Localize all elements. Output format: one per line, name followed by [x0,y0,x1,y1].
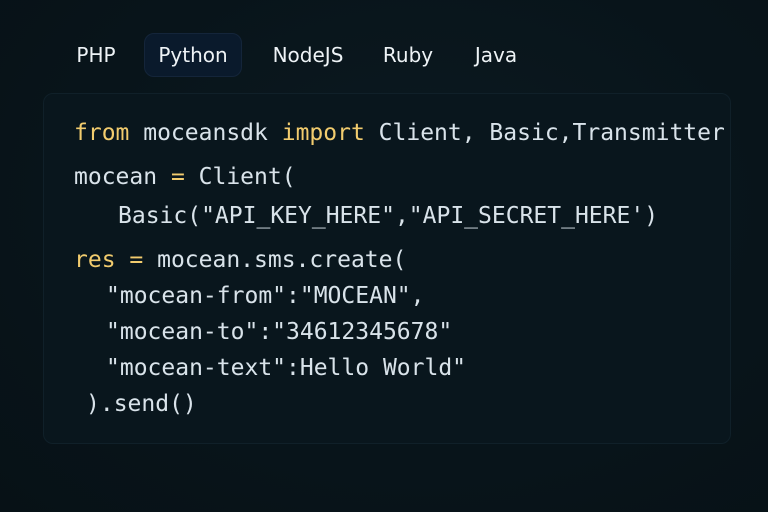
tab-python[interactable]: Python [144,33,242,77]
code-line-client: mocean = Client( [74,163,296,191]
import-list: Client, Basic,Transmitter [364,120,725,146]
code-line-basic: Basic("API_KEY_HERE","API_SECRET_HERE') [118,203,659,229]
code-line-to: "mocean-to":"34612345678" [106,319,453,345]
sms-create-call: mocean.sms.create( [143,247,407,273]
tab-java[interactable]: Java [458,33,534,77]
var-mocean: mocean [74,164,171,190]
assign-operator: = [129,247,144,273]
keyword-import: import [281,120,365,146]
code-line-from: "mocean-from":"MOCEAN", [106,283,425,309]
assign-operator: = [170,164,185,190]
module-name: moceansdk [129,120,282,146]
client-call: Client( [184,164,296,190]
keyword-from: from [74,120,130,146]
code-line-send: ).send() [86,391,197,417]
code-line-import: from moceansdk import Client, Basic,Tran… [74,119,725,147]
var-res: res [74,247,130,273]
tab-nodejs[interactable]: NodeJS [258,33,358,77]
code-line-text: "mocean-text":Hello World" [106,355,467,381]
code-line-res: res = mocean.sms.create( [74,246,406,274]
tab-ruby[interactable]: Ruby [372,33,444,77]
code-block: from moceansdk import Client, Basic,Tran… [43,93,731,444]
language-tabs: PHP Python NodeJS Ruby Java [60,33,534,77]
tab-php[interactable]: PHP [60,33,132,77]
